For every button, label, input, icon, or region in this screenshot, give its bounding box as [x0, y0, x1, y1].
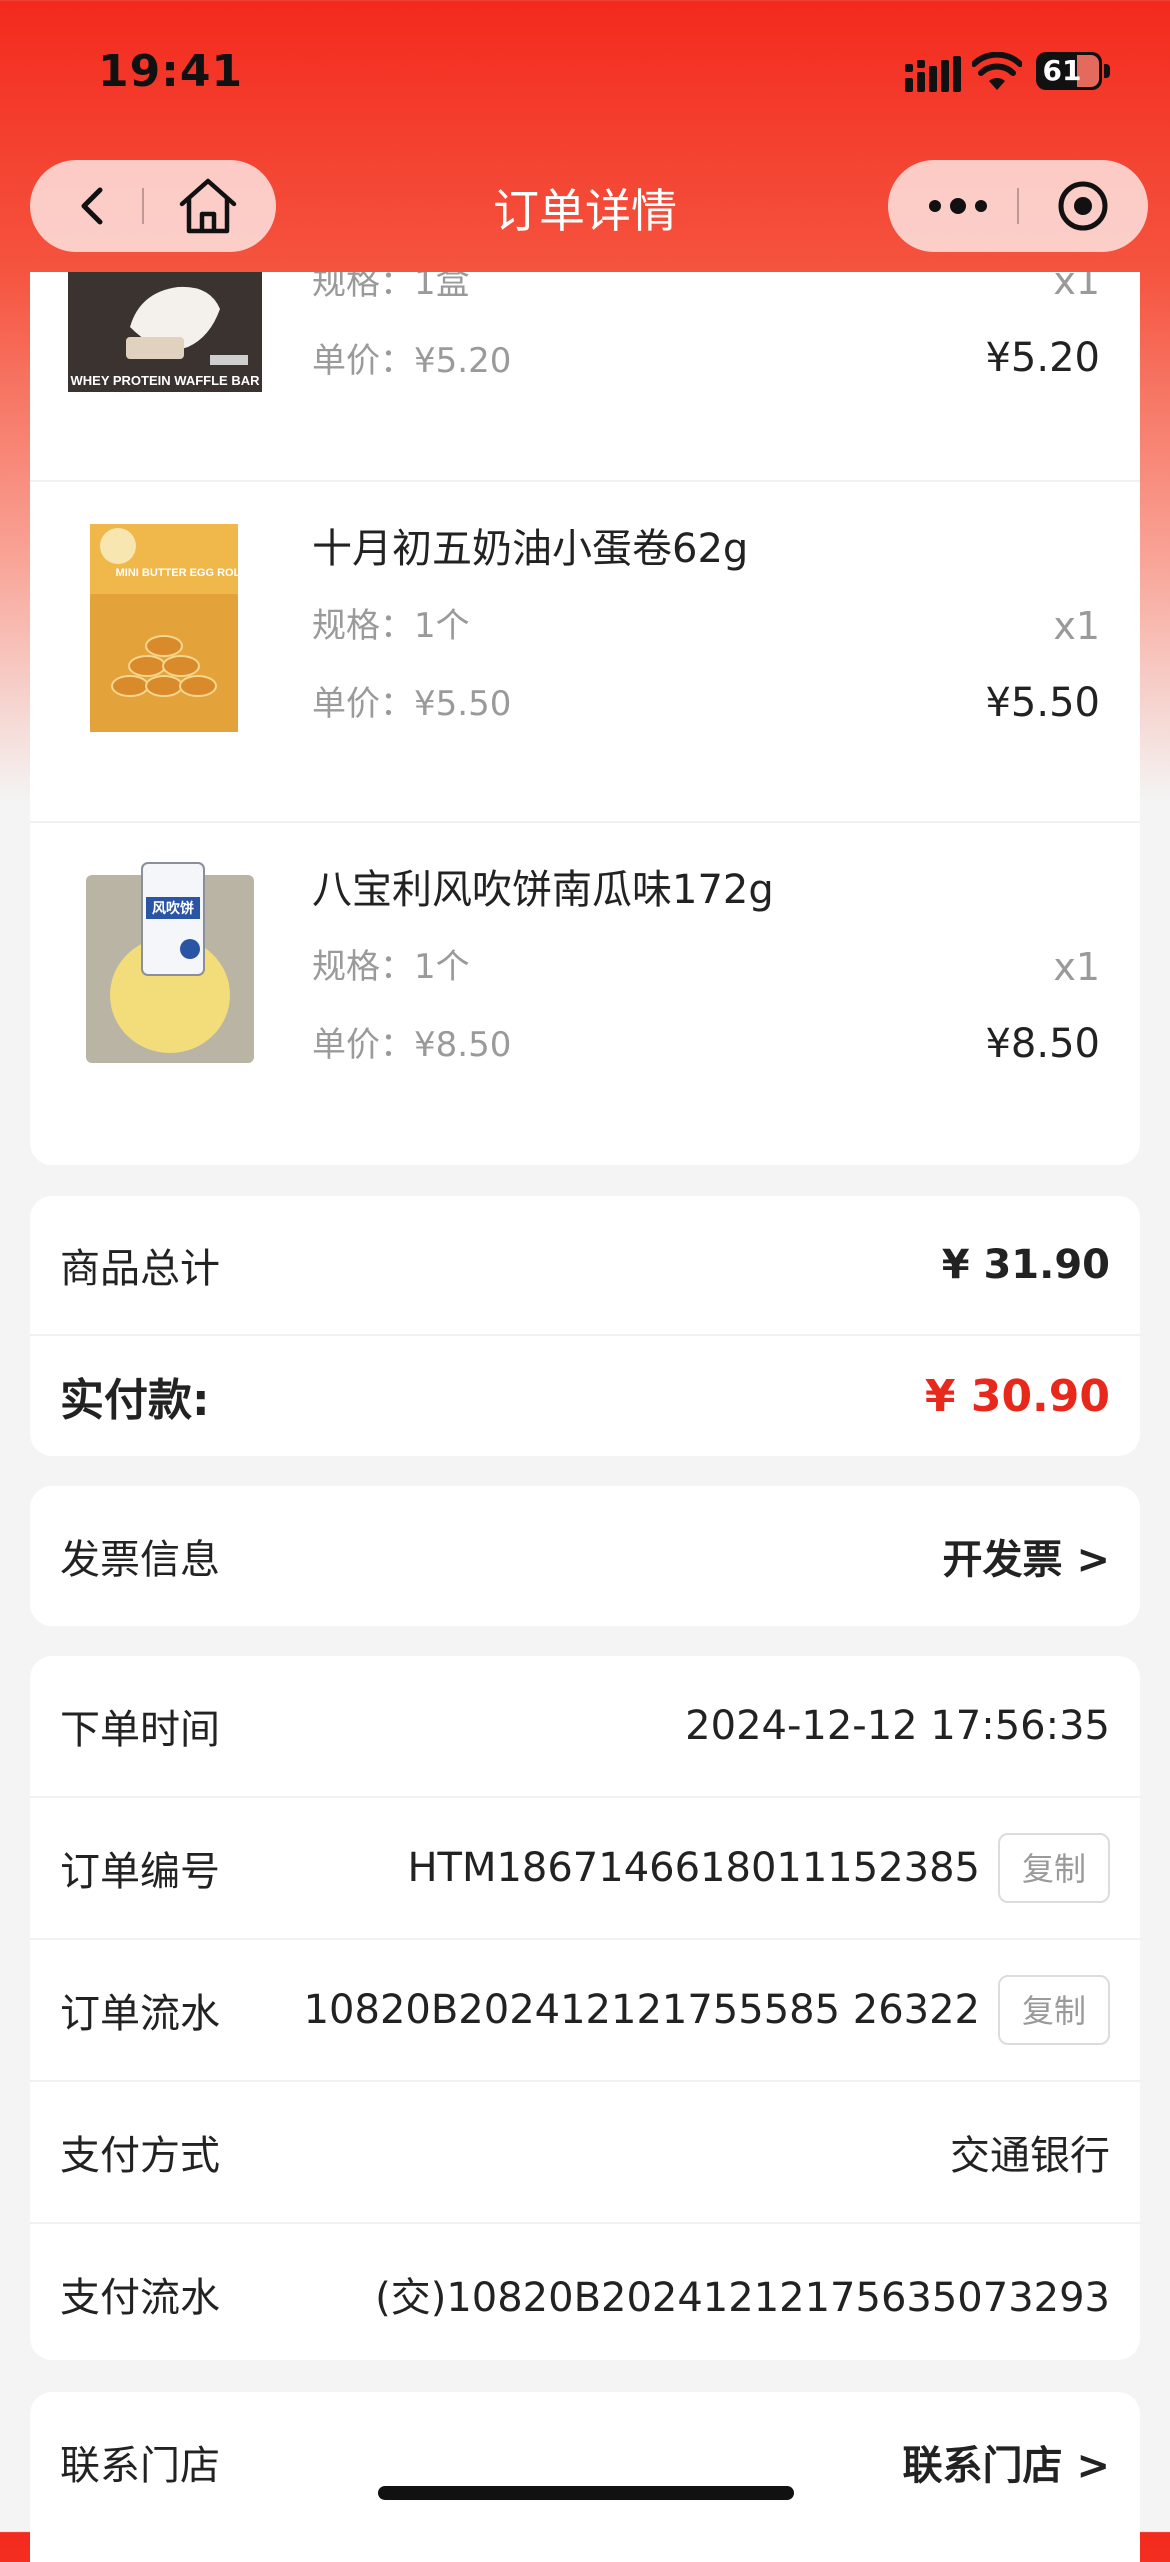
product-list: WHEY PROTEIN WAFFLE BAR 规格：1盒 x1 单价：¥5.2…: [30, 272, 1140, 1165]
more-button[interactable]: [908, 160, 1008, 252]
open-invoice-link[interactable]: 开发票 >: [943, 1527, 1110, 1585]
payment-serial-row: 支付流水 (交)10820B20241212175635073293: [30, 2224, 1140, 2360]
product-thumbnail-whey-waffle: WHEY PROTEIN WAFFLE BAR: [68, 272, 262, 392]
product-spec: 规格：1个: [312, 606, 470, 646]
contact-store-row[interactable]: 联系门店 联系门店 >: [30, 2392, 1140, 2532]
product-thumbnail-label: WHEY PROTEIN WAFFLE BAR: [71, 373, 261, 388]
product-name: 八宝利风吹饼南瓜味172g: [312, 867, 774, 913]
product-item[interactable]: MINI BUTTER EGG ROLLS 十月初五奶油小蛋卷62g 规格：1个…: [30, 480, 1140, 823]
nav-left-capsule: [30, 160, 276, 252]
invoice-card: 发票信息 开发票 >: [30, 1486, 1140, 1626]
product-item[interactable]: 风吹饼 八宝利风吹饼南瓜味172g 规格：1个 x1 单价：¥8.50 ¥8.5…: [30, 821, 1140, 1164]
home-button[interactable]: [160, 160, 256, 252]
product-subtotal: ¥5.20: [985, 335, 1100, 381]
product-unit-price: 单价：¥5.50: [312, 684, 512, 724]
copy-order-serial-button[interactable]: 复制: [998, 1975, 1110, 2045]
paid-amount-row: 实付款: ¥ 30.90: [30, 1336, 1140, 1456]
product-quantity: x1: [1053, 272, 1100, 303]
invoice-label: 发票信息: [60, 1537, 220, 1583]
back-icon: [81, 187, 103, 225]
home-indicator: [378, 2486, 794, 2500]
product-item[interactable]: WHEY PROTEIN WAFFLE BAR 规格：1盒 x1 单价：¥5.2…: [30, 272, 1140, 472]
product-unit-price: 单价：¥8.50: [312, 1025, 512, 1065]
order-serial-row: 订单流水 10820B202412121755585 26322 复制: [30, 1940, 1140, 2082]
order-serial-value-group: 10820B202412121755585 26322 复制: [304, 1975, 1110, 2045]
nav-right-capsule: [888, 160, 1148, 252]
wifi-icon: [972, 52, 1022, 90]
contact-store-link[interactable]: 联系门店 >: [903, 2433, 1110, 2491]
paid-amount-value: ¥ 30.90: [924, 1370, 1110, 1422]
product-thumbnail-label: MINI BUTTER EGG ROLLS: [116, 567, 255, 579]
status-bar: 19:41 61: [0, 0, 1170, 150]
product-name: 十月初五奶油小蛋卷62g: [312, 526, 749, 572]
capsule-close-icon: [1058, 181, 1108, 231]
product-unit-price: 单价：¥5.20: [312, 341, 512, 381]
product-quantity: x1: [1053, 604, 1100, 648]
cellular-signal-icon: [905, 56, 961, 92]
product-thumbnail-egg-rolls: MINI BUTTER EGG ROLLS: [90, 524, 255, 732]
order-number-value: HTM1867146618011152385: [407, 1845, 980, 1891]
copy-order-number-button[interactable]: 复制: [998, 1833, 1110, 1903]
goods-total-value: ¥ 31.90: [941, 1242, 1110, 1288]
order-info-card: 下单时间 2024-12-12 17:56:35 订单编号 HTM1867146…: [30, 1656, 1140, 2360]
home-icon: [179, 178, 237, 234]
status-time: 19:41: [98, 46, 244, 97]
order-number-label: 订单编号: [60, 1849, 220, 1895]
back-button[interactable]: [52, 160, 132, 252]
goods-total-label: 商品总计: [60, 1246, 220, 1292]
payment-serial-label: 支付流水: [60, 2275, 220, 2321]
invoice-row[interactable]: 发票信息 开发票 >: [30, 1486, 1140, 1626]
order-number-row: 订单编号 HTM1867146618011152385 复制: [30, 1798, 1140, 1940]
product-subtotal: ¥8.50: [985, 1021, 1100, 1067]
paid-amount-label: 实付款:: [60, 1375, 210, 1426]
order-serial-value: 10820B202412121755585 26322: [303, 1987, 980, 2033]
product-subtotal: ¥5.50: [985, 680, 1100, 726]
battery-icon: 61: [1036, 52, 1112, 92]
order-time-value: 2024-12-12 17:56:35: [685, 1703, 1110, 1749]
order-serial-label: 订单流水: [60, 1991, 220, 2037]
order-number-value-group: HTM1867146618011152385 复制: [407, 1833, 1110, 1903]
close-miniprogram-button[interactable]: [1038, 160, 1128, 252]
totals-card: 商品总计 ¥ 31.90 实付款: ¥ 30.90: [30, 1196, 1140, 1456]
product-thumbnail-label: 风吹饼: [152, 900, 194, 917]
nav-bar: 订单详情: [0, 150, 1170, 272]
product-thumbnail-pumpkin-biscuit: 风吹饼: [86, 862, 254, 1063]
payment-method-label: 支付方式: [60, 2133, 220, 2179]
store-card: 联系门店 联系门店 >: [30, 2392, 1140, 2562]
goods-total-row: 商品总计 ¥ 31.90: [30, 1196, 1140, 1336]
payment-method-value: 交通银行: [950, 2133, 1110, 2179]
order-time-row: 下单时间 2024-12-12 17:56:35: [30, 1656, 1140, 1798]
order-time-label: 下单时间: [60, 1707, 220, 1753]
contact-store-label: 联系门店: [60, 2443, 220, 2489]
payment-method-row: 支付方式 交通银行: [30, 2082, 1140, 2224]
more-icon: [929, 198, 987, 214]
payment-serial-value: (交)10820B20241212175635073293: [375, 2275, 1110, 2321]
page-title: 订单详情: [493, 184, 677, 238]
battery-level: 61: [1042, 54, 1082, 87]
product-spec: 规格：1盒: [312, 272, 470, 303]
product-quantity: x1: [1053, 945, 1100, 989]
product-spec: 规格：1个: [312, 947, 470, 987]
